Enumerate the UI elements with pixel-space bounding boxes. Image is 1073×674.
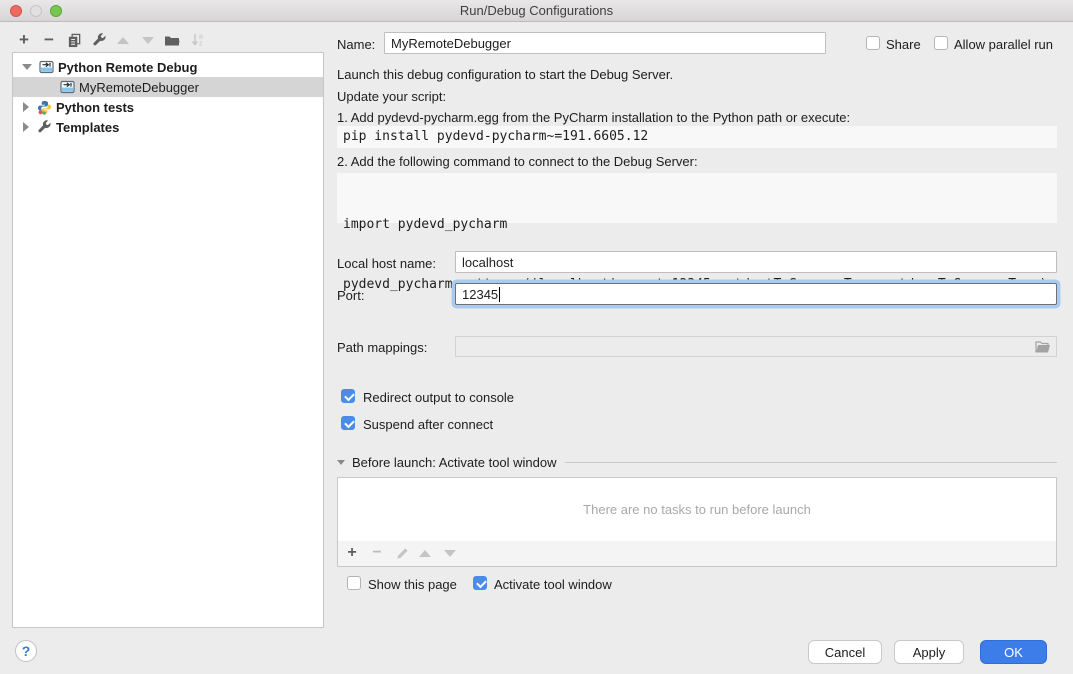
tree-item-label: MyRemoteDebugger — [79, 80, 199, 95]
remove-icon: − — [372, 545, 381, 561]
close-window-button[interactable] — [10, 5, 22, 17]
remove-task-button[interactable]: − — [368, 544, 386, 562]
edit-task-button[interactable] — [393, 544, 411, 562]
zoom-window-button[interactable] — [50, 5, 62, 17]
help-button[interactable]: ? — [15, 640, 37, 662]
remote-debug-icon — [59, 79, 75, 95]
settrace-code-block: import pydevd_pycharm pydevd_pycharm.set… — [337, 173, 1057, 223]
before-launch-section-header[interactable]: Before launch: Activate tool window — [337, 454, 1057, 470]
tree-item-label: Templates — [56, 120, 119, 135]
before-launch-tasks-list[interactable]: There are no tasks to run before launch — [337, 477, 1057, 542]
name-label: Name: — [337, 37, 375, 52]
before-launch-toolbar: + − — [337, 541, 1057, 567]
create-folder-button[interactable] — [163, 31, 181, 49]
port-label: Port: — [337, 288, 364, 303]
move-down-icon — [444, 550, 456, 557]
show-this-page-checkbox[interactable] — [347, 576, 361, 590]
suspend-after-connect-label: Suspend after connect — [363, 417, 493, 432]
add-icon: + — [19, 32, 29, 48]
move-task-up-button[interactable] — [416, 544, 434, 562]
remove-configuration-button[interactable]: − — [40, 31, 58, 49]
titlebar: Run/Debug Configurations — [0, 0, 1073, 22]
chevron-down-icon[interactable] — [22, 64, 32, 70]
tree-item-label: Python Remote Debug — [58, 60, 197, 75]
sort-alphabetically-icon: a z — [190, 32, 206, 48]
move-down-button[interactable] — [139, 31, 157, 49]
chevron-right-icon[interactable] — [23, 122, 29, 132]
redirect-output-label: Redirect output to console — [363, 390, 514, 405]
activate-tool-window-label: Activate tool window — [494, 577, 612, 592]
python-icon — [36, 99, 52, 115]
empty-tasks-message: There are no tasks to run before launch — [583, 502, 811, 517]
chevron-right-icon[interactable] — [23, 102, 29, 112]
tree-item-label: Python tests — [56, 100, 134, 115]
move-task-down-button[interactable] — [441, 544, 459, 562]
tree-item-templates[interactable]: Templates — [13, 117, 323, 137]
local-host-name-label: Local host name: — [337, 256, 436, 271]
add-configuration-button[interactable]: + — [15, 31, 33, 49]
path-mappings-input[interactable] — [455, 336, 1057, 357]
copy-icon — [67, 33, 82, 48]
instruction-step-1: 1. Add pydevd-pycharm.egg from the PyCha… — [337, 110, 850, 125]
edit-pencil-icon — [396, 547, 409, 560]
path-mappings-label: Path mappings: — [337, 340, 427, 355]
redirect-output-checkbox[interactable] — [341, 389, 355, 403]
instruction-step-2: 2. Add the following command to connect … — [337, 154, 698, 169]
share-label: Share — [886, 37, 921, 52]
window-title: Run/Debug Configurations — [0, 0, 1073, 21]
text-caret — [499, 287, 500, 302]
port-input[interactable]: 12345 — [455, 283, 1057, 305]
browse-folder-icon[interactable] — [1035, 340, 1051, 354]
allow-parallel-run-label: Allow parallel run — [954, 37, 1053, 52]
minimize-window-button[interactable] — [30, 5, 42, 17]
copy-configuration-button[interactable] — [65, 31, 83, 49]
move-up-icon — [117, 37, 129, 44]
instruction-line-1: Launch this debug configuration to start… — [337, 67, 673, 82]
svg-text:a: a — [199, 34, 203, 41]
remote-debug-icon — [38, 59, 54, 75]
settrace-code-line-1: import pydevd_pycharm — [343, 215, 1051, 235]
share-checkbox[interactable] — [866, 36, 880, 50]
move-up-icon — [419, 550, 431, 557]
move-down-icon — [142, 37, 154, 44]
activate-tool-window-checkbox[interactable] — [473, 576, 487, 590]
port-value: 12345 — [462, 287, 498, 302]
name-input[interactable] — [384, 32, 826, 54]
cancel-button[interactable]: Cancel — [808, 640, 882, 664]
tree-item-python-tests[interactable]: Python tests — [13, 97, 323, 117]
svg-text:z: z — [199, 41, 203, 48]
move-up-button[interactable] — [114, 31, 132, 49]
local-host-name-input[interactable] — [455, 251, 1057, 273]
chevron-down-icon[interactable] — [337, 460, 345, 465]
wrench-icon — [36, 119, 52, 135]
sort-configurations-button[interactable]: a z — [189, 31, 207, 49]
add-icon: + — [347, 545, 356, 561]
configurations-tree: Python Remote Debug MyRemoteDebugger Pyt… — [12, 52, 324, 628]
help-icon: ? — [22, 643, 31, 659]
ok-button[interactable]: OK — [980, 640, 1047, 664]
add-task-button[interactable]: + — [343, 544, 361, 562]
before-launch-title: Before launch: Activate tool window — [352, 455, 557, 470]
wrench-icon — [92, 33, 107, 48]
instruction-line-2: Update your script: — [337, 89, 446, 104]
apply-button[interactable]: Apply — [894, 640, 964, 664]
section-divider — [565, 462, 1057, 463]
tree-item-myremotedebugger[interactable]: MyRemoteDebugger — [13, 77, 323, 97]
remove-icon: − — [44, 32, 54, 48]
show-this-page-label: Show this page — [368, 577, 457, 592]
tree-item-python-remote-debug[interactable]: Python Remote Debug — [13, 57, 323, 77]
suspend-after-connect-checkbox[interactable] — [341, 416, 355, 430]
pip-install-code: pip install pydevd-pycharm~=191.6605.12 — [337, 126, 1057, 148]
new-folder-icon — [164, 32, 180, 48]
edit-defaults-button[interactable] — [90, 31, 108, 49]
allow-parallel-run-checkbox[interactable] — [934, 36, 948, 50]
